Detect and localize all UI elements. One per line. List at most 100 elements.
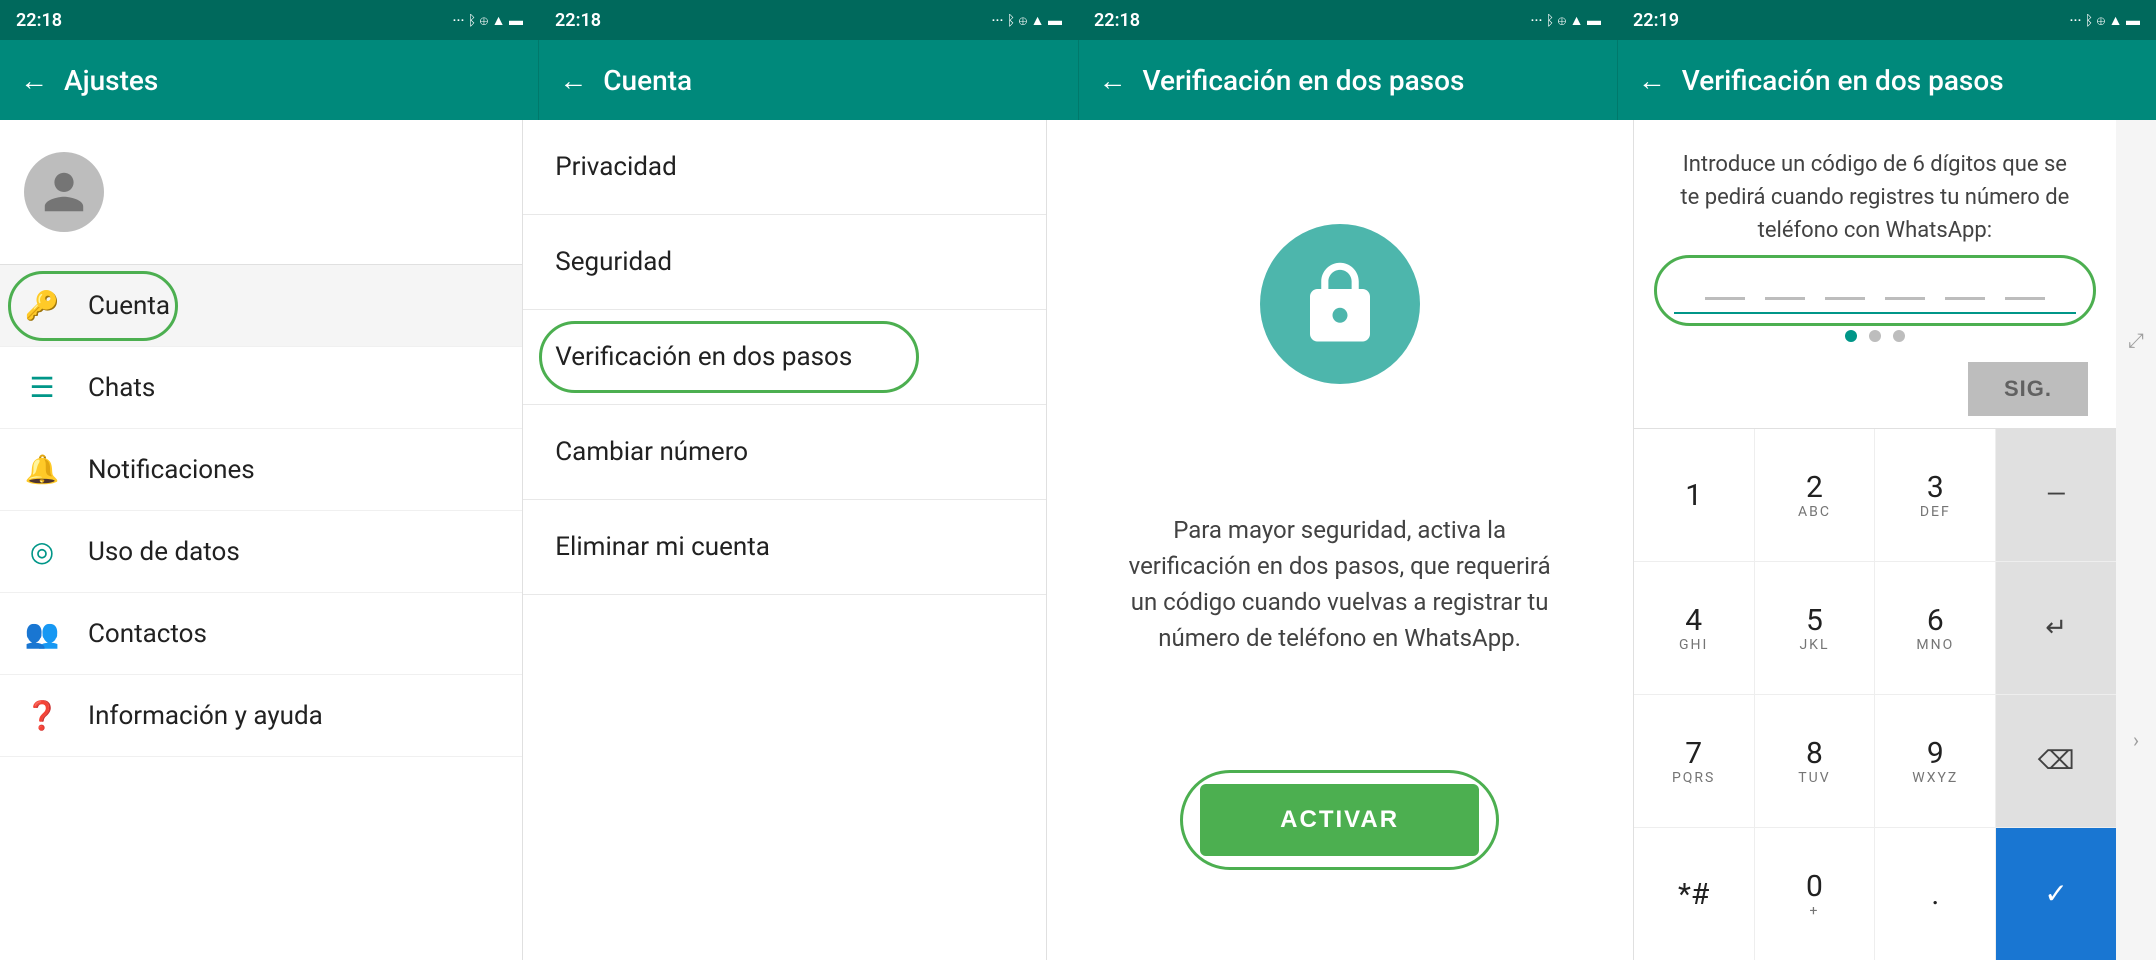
data-icon: ◎ (24, 535, 60, 568)
numpad-7-sub: PQRS (1672, 770, 1715, 786)
numpad-starhash-main: *# (1678, 878, 1709, 911)
numpad-key-dot[interactable]: . (1875, 828, 1995, 960)
pin-dash-4 (1885, 297, 1925, 300)
numpad-5-main: 5 (1806, 604, 1823, 637)
numpad-minus-icon: — (2046, 481, 2066, 510)
uso-label: Uso de datos (88, 537, 240, 567)
pin-description: Introduce un código de 6 dígitos que se … (1634, 120, 2116, 263)
chats-icon: ☰ (24, 371, 60, 404)
time-2: 22:18 (555, 10, 601, 31)
status-bar-4: 22:19 ··· ᛒ ⊕ ▲ ▬ (1617, 0, 2156, 40)
profile-section (0, 120, 522, 265)
icons-1: ··· ᛒ ⊕ ▲ ▬ (453, 12, 523, 29)
sig-button[interactable]: SIG. (1968, 362, 2088, 416)
cuenta-label: Cuenta (88, 291, 170, 321)
menu-item-contactos[interactable]: 👥 Contactos (0, 593, 522, 675)
panel-pin-entry-wrapper: Introduce un código de 6 dígitos que se … (1634, 120, 2156, 960)
numpad-key-confirm[interactable]: ✓ (1996, 828, 2116, 960)
numpad-backspace-icon: ⌫ (2038, 747, 2075, 776)
back-arrow-3[interactable]: ← (1099, 64, 1127, 97)
numpad-9-main: 9 (1927, 737, 1944, 770)
header-3: ← Verificación en dos pasos (1079, 40, 1618, 120)
numpad-3-main: 3 (1927, 471, 1944, 504)
status-bar-2: 22:18 ··· ᛒ ⊕ ▲ ▬ (539, 0, 1078, 40)
seguridad-label: Seguridad (555, 247, 672, 277)
menu-item-chats[interactable]: ☰ Chats (0, 347, 522, 429)
header-title-2: Cuenta (603, 64, 692, 97)
status-bars: 22:18 ··· ᛒ ⊕ ▲ ▬ 22:18 ··· ᛒ ⊕ ▲ ▬ 22:1… (0, 0, 2156, 40)
notificaciones-label: Notificaciones (88, 455, 255, 485)
numpad: 1 2 ABC 3 DEF — 4 GHI (1634, 428, 2116, 960)
sub-item-privacidad[interactable]: Privacidad (523, 120, 1045, 215)
numpad-8-sub: TUV (1798, 770, 1830, 786)
numpad-key-enter[interactable]: ↵ (1996, 562, 2116, 694)
menu-item-cuenta[interactable]: 🔑 Cuenta (0, 265, 522, 347)
pin-input-area[interactable] (1634, 263, 2116, 318)
header-4: ← Verificación en dos pasos (1618, 40, 2156, 120)
numpad-dot-main: . (1931, 878, 1939, 911)
numpad-4-sub: GHI (1679, 637, 1708, 653)
pin-dash-6 (2005, 297, 2045, 300)
back-arrow-2[interactable]: ← (559, 64, 587, 97)
numpad-1-main: 1 (1685, 479, 1702, 512)
numpad-key-6[interactable]: 6 MNO (1875, 562, 1995, 694)
header-2: ← Cuenta (539, 40, 1078, 120)
numpad-key-9[interactable]: 9 WXYZ (1875, 695, 1995, 827)
menu-item-info[interactable]: ❓ Información y ayuda (0, 675, 522, 757)
pin-dash-2 (1765, 297, 1805, 300)
key-icon: 🔑 (24, 289, 60, 322)
numpad-key-3[interactable]: 3 DEF (1875, 429, 1995, 561)
numpad-9-sub: WXYZ (1912, 770, 1958, 786)
numpad-key-5[interactable]: 5 JKL (1755, 562, 1875, 694)
expand-icon[interactable]: ⤢ (2128, 328, 2144, 352)
numpad-3-sub: DEF (1920, 504, 1951, 520)
numpad-confirm-icon: ✓ (2044, 879, 2067, 910)
numpad-4-main: 4 (1685, 604, 1702, 637)
menu-item-notificaciones[interactable]: 🔔 Notificaciones (0, 429, 522, 511)
numpad-key-4[interactable]: 4 GHI (1634, 562, 1754, 694)
verif-description: Para mayor seguridad, activa la verifica… (1120, 512, 1560, 656)
chats-label: Chats (88, 373, 155, 403)
info-label: Información y ayuda (88, 701, 323, 731)
numpad-2-main: 2 (1806, 471, 1823, 504)
chevron-right-icon[interactable]: › (2133, 728, 2139, 752)
back-arrow-1[interactable]: ← (20, 64, 48, 97)
pin-dots (1634, 318, 2116, 354)
icons-3: ··· ᛒ ⊕ ▲ ▬ (1531, 12, 1601, 29)
numpad-key-0[interactable]: 0 + (1755, 828, 1875, 960)
numpad-key-8[interactable]: 8 TUV (1755, 695, 1875, 827)
cambiar-label: Cambiar número (555, 437, 748, 467)
sub-item-cambiar[interactable]: Cambiar número (523, 405, 1045, 500)
header-title-1: Ajustes (64, 64, 158, 97)
icons-2: ··· ᛒ ⊕ ▲ ▬ (992, 12, 1062, 29)
numpad-key-minus[interactable]: — (1996, 429, 2116, 561)
time-3: 22:18 (1094, 10, 1140, 31)
sub-item-verificacion[interactable]: Verificación en dos pasos (523, 310, 1045, 405)
numpad-key-backspace[interactable]: ⌫ (1996, 695, 2116, 827)
contactos-label: Contactos (88, 619, 207, 649)
pin-dot-3 (1893, 330, 1905, 342)
pin-dashes (1674, 279, 2076, 308)
main-panels: 🔑 Cuenta ☰ Chats 🔔 Notificaciones ◎ Uso … (0, 120, 2156, 960)
time-4: 22:19 (1633, 10, 1679, 31)
sub-item-seguridad[interactable]: Seguridad (523, 215, 1045, 310)
numpad-key-2[interactable]: 2 ABC (1755, 429, 1875, 561)
header-1: ← Ajustes (0, 40, 539, 120)
back-arrow-4[interactable]: ← (1638, 64, 1666, 97)
menu-item-uso[interactable]: ◎ Uso de datos (0, 511, 522, 593)
status-bar-1: 22:18 ··· ᛒ ⊕ ▲ ▬ (0, 0, 539, 40)
numpad-key-star-hash[interactable]: *# (1634, 828, 1754, 960)
numpad-key-7[interactable]: 7 PQRS (1634, 695, 1754, 827)
activar-button[interactable]: ACTIVAR (1200, 784, 1479, 856)
contacts-icon: 👥 (24, 617, 60, 650)
lock-icon-circle (1260, 224, 1420, 384)
status-bar-3: 22:18 ··· ᛒ ⊕ ▲ ▬ (1078, 0, 1617, 40)
icons-4: ··· ᛒ ⊕ ▲ ▬ (2070, 12, 2140, 29)
panel-verificacion-info: Para mayor seguridad, activa la verifica… (1047, 120, 1634, 960)
sub-item-eliminar[interactable]: Eliminar mi cuenta (523, 500, 1045, 595)
side-strip: ⤢ › (2116, 120, 2156, 960)
avatar (24, 152, 104, 232)
numpad-key-1[interactable]: 1 (1634, 429, 1754, 561)
numpad-0-main: 0 (1806, 870, 1823, 903)
numpad-2-sub: ABC (1798, 504, 1831, 520)
